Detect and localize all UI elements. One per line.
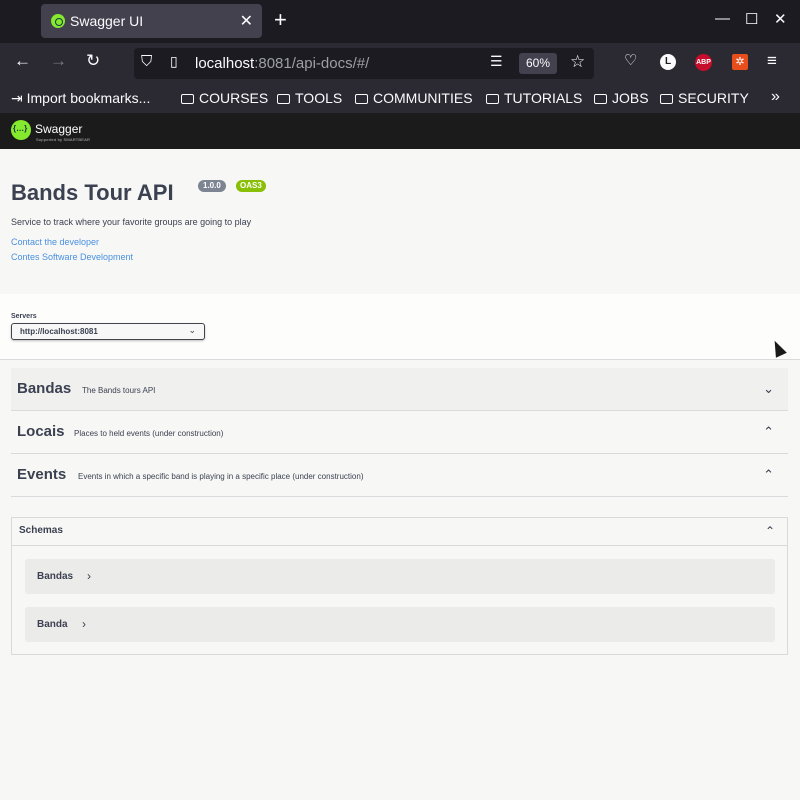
menu-icon[interactable]: ≡ (767, 51, 777, 71)
servers-label: Servers (11, 313, 37, 320)
model-bandas[interactable]: Bandas › (25, 559, 775, 594)
bookmark-import[interactable]: ⇥ Import bookmarks... (11, 90, 150, 107)
import-icon: ⇥ (11, 90, 23, 106)
model-name: Bandas (37, 571, 74, 582)
folder-icon (181, 94, 194, 104)
chevron-up-icon[interactable]: ⌃ (763, 424, 774, 440)
tab-swagger-ui[interactable]: Swagger UI ✕ (41, 4, 262, 38)
minimize-icon[interactable]: — (715, 10, 730, 27)
swagger-favicon-icon (51, 14, 65, 28)
bookmark-star-icon[interactable]: ☆ (570, 52, 585, 72)
schemas-section: Schemas ⌃ Bandas › Banda › (11, 517, 788, 655)
folder-icon (660, 94, 673, 104)
browser-tab-bar: Swagger UI ✕ + — ☐ ✕ (0, 0, 800, 43)
forward-icon[interactable]: → (50, 51, 67, 71)
account-avatar-icon[interactable]: L (660, 54, 676, 70)
tag-bandas[interactable]: Bandas The Bands tours API ⌄ (11, 368, 788, 411)
extension-icon[interactable]: ✲ (732, 54, 748, 70)
tag-name: Locais (17, 423, 65, 440)
bookmark-jobs[interactable]: JOBS (594, 90, 649, 106)
chevron-right-icon[interactable]: › (82, 617, 86, 631)
company-link[interactable]: Contes Software Development (11, 252, 133, 262)
shield-icon[interactable]: ⛉ (141, 53, 152, 70)
folder-icon (355, 94, 368, 104)
swagger-logo-icon[interactable] (11, 120, 31, 140)
url-bar[interactable]: ⛉ ▯ localhost:8081/api-docs/#/ ☰ 60% ☆ (134, 48, 594, 79)
tag-description: Events in which a specific band is playi… (78, 472, 364, 481)
model-banda[interactable]: Banda › (25, 607, 775, 642)
api-description: Service to track where your favorite gro… (11, 217, 252, 227)
tag-events[interactable]: Events Events in which a specific band i… (11, 454, 788, 497)
bookmark-tools[interactable]: TOOLS (277, 90, 342, 106)
tag-name: Bandas (17, 380, 72, 397)
page-icon[interactable]: ▯ (170, 53, 178, 70)
chevron-up-icon[interactable]: ⌃ (765, 524, 775, 538)
back-icon[interactable]: ← (14, 51, 31, 71)
tab-title: Swagger UI (70, 13, 144, 29)
more-bookmarks-icon[interactable]: » (771, 88, 780, 106)
new-tab-icon[interactable]: + (274, 7, 287, 33)
close-window-icon[interactable]: ✕ (774, 10, 787, 28)
oas-badge: OAS3 (236, 180, 266, 192)
api-info: Bands Tour API 1.0.0 OAS3 Service to tra… (0, 149, 800, 294)
reader-view-icon[interactable]: ☰ (490, 53, 503, 70)
bookmark-security[interactable]: SECURITY (660, 90, 749, 106)
chevron-right-icon[interactable]: › (87, 569, 91, 583)
schemas-title: Schemas (19, 525, 63, 536)
model-name: Banda (37, 619, 68, 630)
folder-icon (594, 94, 607, 104)
swagger-topbar: Swagger Supported by SMARTBEAR (0, 113, 800, 149)
tag-description: The Bands tours API (82, 386, 156, 395)
navigation-bar: ← → ↻ ⛉ ▯ localhost:8081/api-docs/#/ ☰ 6… (0, 43, 800, 84)
swagger-brand-sub: Supported by SMARTBEAR (36, 137, 91, 142)
bookmark-communities[interactable]: COMMUNITIES (355, 90, 473, 106)
servers-select[interactable]: http://localhost:8081 ⌄ (11, 323, 205, 340)
chevron-down-icon[interactable]: ⌄ (763, 381, 774, 397)
version-badge: 1.0.0 (198, 180, 226, 192)
bookmarks-bar: ⇥ Import bookmarks... COURSES TOOLS COMM… (0, 84, 800, 113)
servers-section: Servers http://localhost:8081 ⌄ (0, 294, 800, 360)
chevron-down-icon: ⌄ (188, 325, 196, 335)
url-text[interactable]: localhost:8081/api-docs/#/ (195, 55, 369, 72)
contact-link[interactable]: Contact the developer (11, 237, 99, 247)
tag-description: Places to held events (under constructio… (74, 429, 224, 438)
zoom-level[interactable]: 60% (519, 53, 557, 74)
bookmark-tutorials[interactable]: TUTORIALS (486, 90, 582, 106)
bookmark-courses[interactable]: COURSES (181, 90, 268, 106)
folder-icon (486, 94, 499, 104)
maximize-icon[interactable]: ☐ (745, 10, 758, 28)
servers-selected-value: http://localhost:8081 (20, 327, 98, 336)
adblock-icon[interactable]: ABP (695, 54, 712, 71)
tag-locais[interactable]: Locais Places to held events (under cons… (11, 411, 788, 454)
close-tab-icon[interactable]: ✕ (240, 11, 253, 31)
swagger-brand[interactable]: Swagger (35, 122, 82, 136)
pocket-icon[interactable]: ♡ (624, 51, 637, 69)
api-title: Bands Tour API (11, 180, 174, 205)
schemas-header[interactable]: Schemas ⌃ (12, 518, 787, 546)
folder-icon (277, 94, 290, 104)
chevron-up-icon[interactable]: ⌃ (763, 467, 774, 483)
tag-name: Events (17, 466, 67, 483)
reload-icon[interactable]: ↻ (86, 51, 100, 71)
